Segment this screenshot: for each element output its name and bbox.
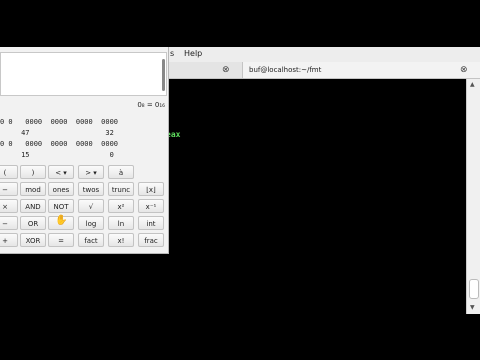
factorize-button[interactable]: fact <box>78 233 104 247</box>
shift-left-button[interactable]: < ▾ <box>48 165 74 179</box>
a-grave-button[interactable]: à <box>108 165 134 179</box>
factorial-button[interactable]: x! <box>108 233 134 247</box>
mod-button[interactable]: mod <box>20 182 46 196</box>
ln-button[interactable]: ln <box>108 216 134 230</box>
add-button[interactable]: + <box>0 233 18 247</box>
trunc-button[interactable]: trunc <box>108 182 134 196</box>
or-button[interactable]: OR <box>20 216 46 230</box>
calculator-display[interactable] <box>0 52 167 96</box>
equals-button[interactable]: = <box>48 233 74 247</box>
scroll-thumb[interactable] <box>469 279 479 299</box>
display-scrollbar[interactable] <box>162 59 165 91</box>
close-icon[interactable]: ⊗ <box>222 62 230 78</box>
scroll-down-icon[interactable]: ▼ <box>470 304 475 311</box>
minus-button[interactable]: − <box>0 216 18 230</box>
bit-labels-high: 47 32 <box>0 129 114 137</box>
bit-row-low[interactable]: 0 0 0000 0000 0000 0000 <box>0 140 118 148</box>
hand-cursor-icon: ✋ <box>55 215 68 226</box>
twos-button[interactable]: twos <box>78 182 104 196</box>
not-button[interactable]: NOT <box>48 199 74 213</box>
menu-item-help[interactable]: Help <box>184 49 202 58</box>
close-paren-button[interactable]: ) <box>20 165 46 179</box>
bit-labels-low: 15 0 <box>0 151 114 159</box>
calculator-window: 0₈ = 0₁₆ 0 0 0000 0000 0000 0000 47 32 0… <box>0 47 169 254</box>
reciprocal-button[interactable]: x⁻¹ <box>138 199 164 213</box>
tab-title: buf@localhost:~/fmt <box>249 66 322 74</box>
menu-item-partial[interactable]: s <box>170 49 174 58</box>
ones-button[interactable]: ones <box>48 182 74 196</box>
shift-right-button[interactable]: > ▾ <box>78 165 104 179</box>
scroll-up-icon[interactable]: ▲ <box>470 81 475 88</box>
open-paren-button[interactable]: ( <box>0 165 18 179</box>
log-button[interactable]: log <box>78 216 104 230</box>
int-button[interactable]: int <box>138 216 164 230</box>
terminal-tab-2[interactable]: buf@localhost:~/fmt ⊗ <box>243 62 480 78</box>
square-button[interactable]: x² <box>108 199 134 213</box>
bit-row-high[interactable]: 0 0 0000 0000 0000 0000 <box>0 118 118 126</box>
fraction-button[interactable]: frac <box>138 233 164 247</box>
subtract-button[interactable]: − <box>0 182 18 196</box>
floor-button[interactable]: ⌊x⌋ <box>138 182 164 196</box>
sqrt-button[interactable]: √ <box>78 199 104 213</box>
and-button[interactable]: AND <box>20 199 46 213</box>
base-conversion-label: 0₈ = 0₁₆ <box>137 101 165 109</box>
xor-button[interactable]: XOR <box>20 233 46 247</box>
multiply-button[interactable]: × <box>0 199 18 213</box>
close-icon[interactable]: ⊗ <box>460 62 468 78</box>
